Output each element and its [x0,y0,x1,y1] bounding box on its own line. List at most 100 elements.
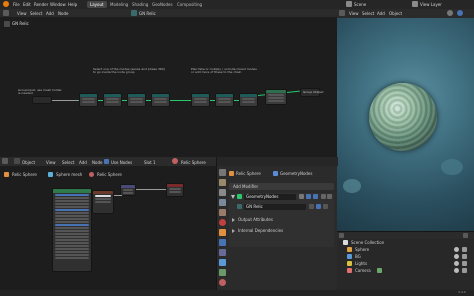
menu-view[interactable]: View [17,11,27,16]
material-output-node[interactable] [166,183,184,197]
outliner[interactable]: Scene Collection Sphere BG Lights Camera [337,231,474,290]
add-modifier-label: Add Modifier [233,184,259,189]
node-editor-bottom[interactable]: Object View Select Add Node Use Nodes Sl… [0,157,216,290]
tab-layout[interactable]: Layout [87,1,107,8]
group-output-node[interactable]: Group Output [300,88,324,97]
scene-selector[interactable]: Scene [354,2,366,7]
texture-node[interactable] [92,190,114,214]
node-chain-5[interactable] [191,93,210,107]
tab-modeling[interactable]: Modeling [107,1,131,8]
menu-render[interactable]: Render [34,2,48,7]
eye-icon[interactable] [454,254,459,259]
node-chain-4[interactable] [151,93,170,107]
node-chain-3[interactable] [127,93,146,107]
modifier-menu-icon[interactable] [321,194,326,199]
eye-icon[interactable] [454,247,459,252]
eye-icon[interactable] [454,261,459,266]
node-chain-8[interactable] [265,89,287,105]
object-tab-icon[interactable] [219,229,226,236]
menu-file[interactable]: File [13,2,20,7]
bottom-menu-node[interactable]: Node [92,160,102,165]
node-chain-7[interactable] [239,93,258,107]
output-tab-icon[interactable] [219,189,226,196]
eye-icon[interactable] [454,268,459,273]
scene-tab-icon[interactable] [219,209,226,216]
viewport-editor-icon[interactable] [339,10,345,16]
node-group-selector[interactable]: GN Relic [139,11,156,16]
camera-visibility-icon[interactable] [462,247,467,252]
viewport-menu-object[interactable]: Object [389,11,402,16]
mix-node[interactable] [120,184,136,196]
tool-tab-icon[interactable] [219,169,226,176]
shader-editor-icon[interactable] [2,158,8,164]
node-chain-6[interactable] [215,93,234,107]
viewport-toggle-icon[interactable] [306,194,311,199]
menu-help[interactable]: Help [68,2,77,7]
group-input-node[interactable] [32,96,52,104]
bottom-menu-select[interactable]: Select [62,160,74,165]
blender-logo-icon[interactable] [3,1,9,7]
menu-edit[interactable]: Edit [23,2,31,7]
use-nodes-checkbox[interactable] [104,159,109,164]
tab-compositing[interactable]: Compositing [174,1,205,8]
shading-solid-icon[interactable] [447,10,453,16]
camera-visibility-icon[interactable] [462,261,467,266]
section-output-attributes[interactable]: Output Attributes [231,217,331,224]
menu-add[interactable]: Add [46,11,54,16]
object-selector[interactable]: Object [22,160,35,165]
view-layer-selector[interactable]: View Layer [420,2,442,7]
slot-selector[interactable]: Slot 1 [144,160,155,165]
outliner-type-icon[interactable] [339,233,344,238]
menu-window[interactable]: Window [50,2,66,7]
modifier-tab-icon[interactable] [219,239,226,246]
fake-user-icon[interactable] [309,204,314,209]
unlink-group-icon[interactable] [323,204,328,209]
bottom-menu-view[interactable]: View [46,160,56,165]
node-group-field[interactable]: GN Relic [244,204,306,210]
note-mid: Select one of the modes (sense and phase… [93,67,165,74]
node-editor-top[interactable]: View Select Add Node GN Relic GN Relic G… [0,9,337,156]
render-tab-icon[interactable] [219,179,226,186]
outliner-filter-icon[interactable] [463,233,468,238]
outliner-row-collection[interactable]: Scene Collection [341,240,471,246]
particles-tab-icon[interactable] [219,249,226,256]
modifier-name-field[interactable]: GeometryNodes [244,194,296,200]
viewport-menu-view[interactable]: View [349,11,359,16]
tab-geonodes[interactable]: GeoNodes [149,1,176,8]
viewport-menu-add[interactable]: Add [377,11,385,16]
shading-rendered-icon[interactable] [457,10,463,16]
material-sphere-icon [172,158,178,164]
physics-tab-icon[interactable] [219,259,226,266]
editmode-toggle-icon[interactable] [299,194,304,199]
material-selector[interactable]: Relic Sphere [181,160,206,165]
modifier-delete-icon[interactable] [327,194,332,199]
tab-shading[interactable]: Shading [129,1,151,8]
camera-visibility-icon[interactable] [462,254,467,259]
shader-link-2 [136,189,166,190]
section-internal-dependencies[interactable]: Internal Dependencies [231,228,331,235]
camera-visibility-icon[interactable] [462,268,467,273]
viewport-menu-select[interactable]: Select [362,11,374,16]
new-group-icon[interactable] [316,204,321,209]
outliner-row-camera[interactable]: Camera [341,268,471,274]
material-tab-icon[interactable] [219,279,226,286]
bottom-menu-add[interactable]: Add [79,160,87,165]
menu-node[interactable]: Node [58,11,68,16]
principled-bsdf-node[interactable] [52,188,92,272]
menu-select[interactable]: Select [30,11,42,16]
add-modifier-button[interactable]: Add Modifier [229,183,334,190]
properties-editor[interactable]: Relic Sphere GeometryNodes Add Modifier … [216,157,338,290]
outliner-row-sphere[interactable]: Sphere [341,247,471,253]
node-chain-2[interactable] [103,93,122,107]
constraints-tab-icon[interactable] [219,269,226,276]
view-layer-tab-icon[interactable] [219,199,226,206]
viewport-3d[interactable]: View Select Add Object [337,9,474,231]
outliner-row-lights[interactable]: Lights [341,261,471,267]
editor-type-icon[interactable] [3,10,9,16]
outliner-row-bg[interactable]: BG [341,254,471,260]
node-chain-1[interactable] [79,93,98,107]
modifier-collapse-icon[interactable] [231,195,235,199]
version-label: 3.4.0 [458,290,466,294]
world-tab-icon[interactable] [219,219,226,226]
render-toggle-icon[interactable] [313,194,318,199]
